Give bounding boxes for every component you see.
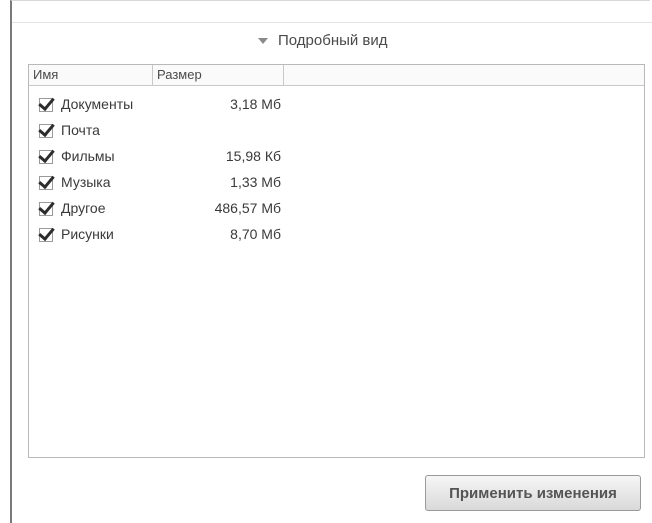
- item-size: 1,33 Мб: [230, 174, 281, 190]
- list-item[interactable]: Фильмы 15,98 Кб: [29, 143, 644, 169]
- list-header: Имя Размер: [29, 65, 644, 86]
- list-item[interactable]: Другое 486,57 Мб: [29, 195, 644, 221]
- column-header-name[interactable]: Имя: [29, 65, 153, 85]
- item-name: Фильмы: [61, 148, 115, 164]
- checkbox-pictures[interactable]: [39, 227, 53, 242]
- item-name: Музыка: [61, 174, 111, 190]
- column-header-size[interactable]: Размер: [153, 65, 284, 85]
- list-item[interactable]: Документы 3,18 Мб: [29, 91, 644, 117]
- item-size: 486,57 Мб: [214, 200, 281, 216]
- item-name: Документы: [61, 96, 134, 112]
- checkbox-mail[interactable]: [39, 123, 53, 138]
- item-size: 15,98 Кб: [225, 148, 281, 164]
- apply-changes-button[interactable]: Применить изменения: [425, 475, 641, 511]
- triangle-down-icon: [258, 37, 268, 44]
- list-item[interactable]: Рисунки 8,70 Мб: [29, 221, 644, 247]
- item-size: 3,18 Мб: [230, 96, 281, 112]
- checkbox-music[interactable]: [39, 175, 53, 190]
- detailed-view-label: Подробный вид: [278, 32, 388, 49]
- item-name: Другое: [61, 200, 106, 216]
- detailed-view-toggle[interactable]: Подробный вид: [258, 32, 388, 49]
- checkbox-documents[interactable]: [39, 97, 53, 112]
- checkbox-other[interactable]: [39, 201, 53, 216]
- divider: [12, 22, 652, 23]
- list-item[interactable]: Почта: [29, 117, 644, 143]
- item-name: Почта: [61, 122, 100, 138]
- item-name: Рисунки: [61, 226, 114, 242]
- category-list: Имя Размер Документы 3,18 Мб Почта Фильм…: [28, 64, 645, 458]
- list-rows: Документы 3,18 Мб Почта Фильмы 15,98 Кб …: [29, 86, 644, 247]
- item-size: 8,70 Мб: [230, 226, 281, 242]
- list-item[interactable]: Музыка 1,33 Мб: [29, 169, 644, 195]
- column-header-empty[interactable]: [284, 65, 644, 85]
- checkbox-movies[interactable]: [39, 149, 53, 164]
